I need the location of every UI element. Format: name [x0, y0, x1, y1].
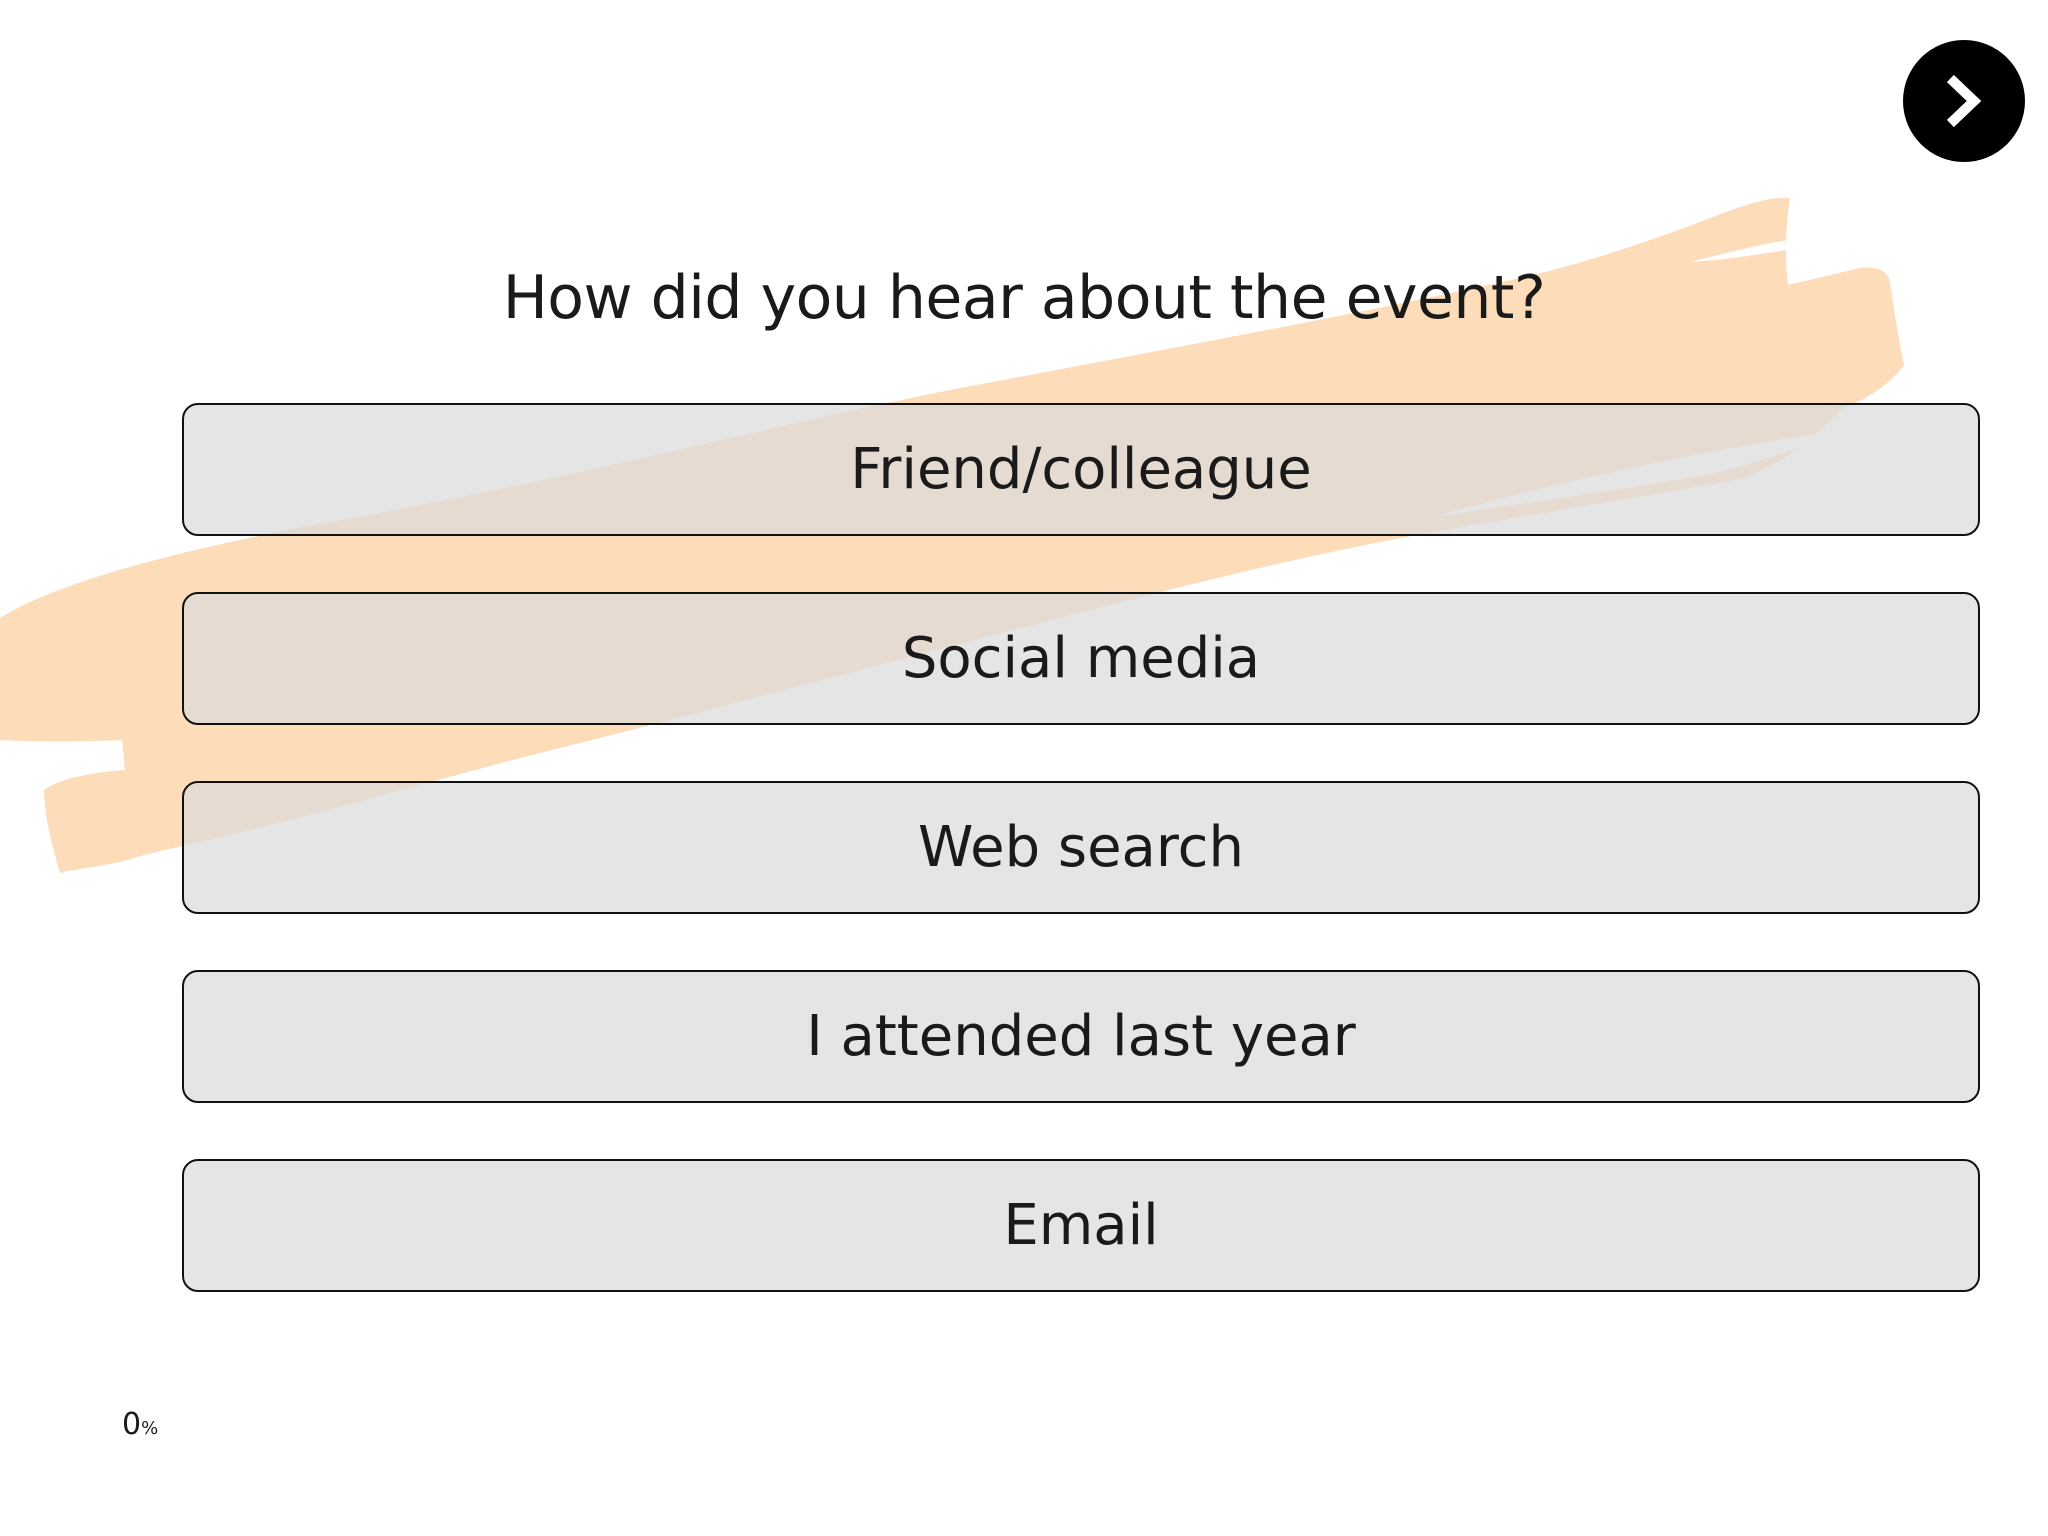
- progress-indicator: 0%: [122, 1403, 158, 1451]
- progress-value: 0: [122, 1407, 142, 1442]
- chevron-right-icon: [1946, 74, 1982, 128]
- answer-options: Friend/colleague Social media Web search…: [182, 403, 1980, 1348]
- survey-screen: How did you hear about the event? Friend…: [0, 0, 2048, 1536]
- option-web-search[interactable]: Web search: [182, 781, 1980, 914]
- option-email[interactable]: Email: [182, 1159, 1980, 1292]
- option-friend-colleague[interactable]: Friend/colleague: [182, 403, 1980, 536]
- progress-unit: %: [141, 1418, 159, 1439]
- survey-question: How did you hear about the event?: [502, 263, 1546, 333]
- option-social-media[interactable]: Social media: [182, 592, 1980, 725]
- next-button[interactable]: [1903, 40, 2025, 162]
- option-attended-last-year[interactable]: I attended last year: [182, 970, 1980, 1103]
